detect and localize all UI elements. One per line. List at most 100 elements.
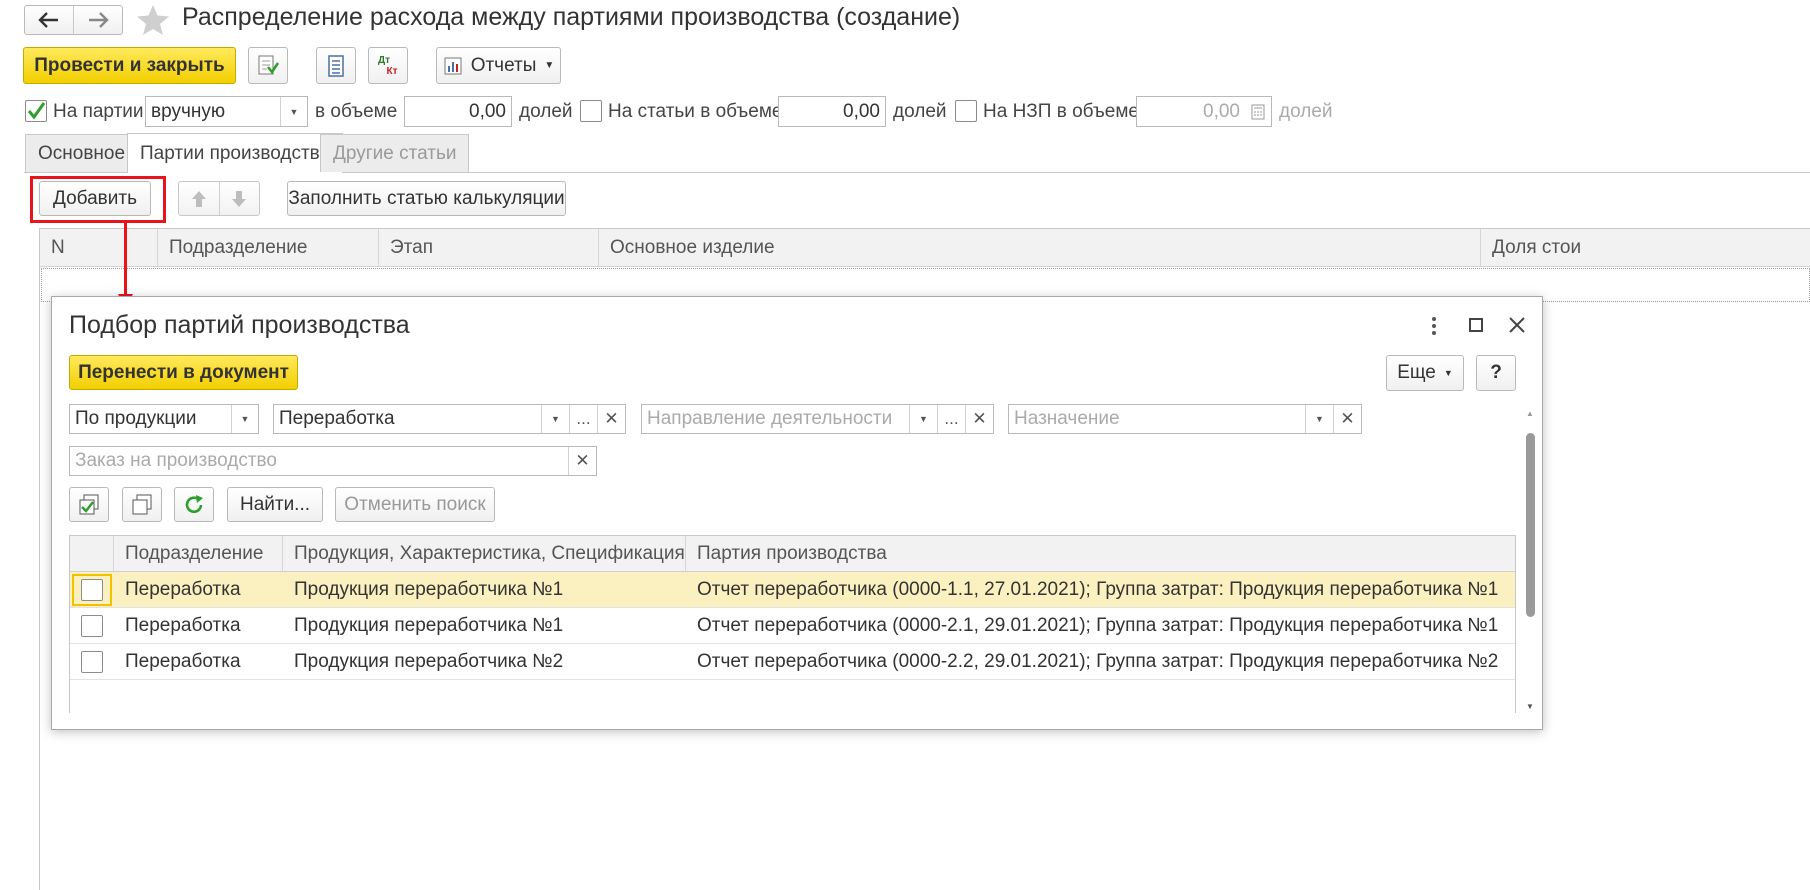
col-cost-share[interactable]: Доля стои [1481,229,1810,266]
row-checkbox[interactable] [81,578,103,601]
more-dropdown-button[interactable]: Еще ▼ [1386,355,1464,391]
scrollbar-thumb[interactable] [1526,433,1535,617]
uncheck-all-icon [132,494,152,514]
wip-volume-input: 0,00 [1136,96,1272,127]
batches-volume-input[interactable]: 0,00 [404,96,512,127]
dt-label: Дт [377,54,391,66]
clear-icon[interactable]: ✕ [1333,405,1361,433]
shares-label: долей [893,101,947,122]
report-icon [444,57,462,74]
chevron-down-icon[interactable]: ▼ [280,97,307,126]
fill-calculation-item-button[interactable]: Заполнить статью калькуляции [287,181,566,216]
move-down-button[interactable] [220,182,260,215]
select-all-button[interactable] [69,487,109,522]
col-production-batch[interactable]: Партия производства [686,536,1515,571]
col-main-product[interactable]: Основное изделие [599,229,1481,266]
forward-button[interactable] [74,6,123,34]
arrow-up-icon [191,190,206,207]
on-items-label: На статьи в объеме [608,101,783,122]
chevron-down-icon[interactable]: ▼ [541,405,569,433]
move-buttons [178,181,260,216]
chevron-down-icon[interactable]: ▼ [1305,405,1333,433]
maximize-icon[interactable] [1469,318,1483,332]
batches-table: Подразделение Продукция, Характеристика,… [69,535,1516,713]
row-division: Переработка [125,614,241,636]
clear-icon[interactable]: ✕ [965,405,993,433]
arrow-right-icon [88,12,109,28]
back-button[interactable] [25,6,74,34]
purpose-filter-input[interactable]: Назначение ▼ ✕ [1008,404,1362,434]
tab-production-batches[interactable]: Партии производства [127,133,344,173]
division-filter-input[interactable]: Переработка ▼ ... ✕ [273,404,626,434]
find-button[interactable]: Найти... [227,487,323,522]
distribution-mode-select[interactable]: вручную ▼ [145,96,308,127]
ellipsis-button[interactable]: ... [937,405,965,433]
on-wip-checkbox[interactable] [955,100,977,122]
items-volume-input[interactable]: 0,00 [778,96,886,127]
tab-main[interactable]: Основное [25,134,139,172]
distribution-mode-value: вручную [151,100,226,122]
help-button[interactable]: ? [1476,355,1516,391]
refresh-icon [185,494,203,513]
col-n[interactable]: N [40,229,158,266]
on-wip-label: На НЗП в объеме [983,101,1139,122]
selection-mode-value: По продукции [75,408,197,429]
calculator-icon [1244,97,1271,126]
row-checkbox[interactable] [81,650,103,673]
arrow-left-icon [38,12,58,28]
list-icon [328,54,344,77]
close-icon[interactable] [1508,316,1526,334]
ellipsis-button[interactable]: ... [569,405,597,433]
selection-mode-select[interactable]: По продукции ▼ [69,404,259,434]
window-title: Распределение расхода между партиями про… [182,3,961,31]
post-and-close-button[interactable]: Провести и закрыть [23,47,236,84]
reports-dropdown-button[interactable]: Отчеты ▼ [436,47,561,84]
row-product: Продукция переработчика №1 [294,614,564,636]
chevron-down-icon[interactable]: ▼ [909,405,937,433]
chevron-down-icon[interactable]: ▼ [231,405,258,433]
batch-selection-dialog: Подбор партий производства Перенести в д… [51,296,1543,730]
document-list-button[interactable] [316,47,356,84]
col-division[interactable]: Подразделение [114,536,283,571]
volume-label: в объеме [315,101,398,122]
scroll-down-icon[interactable]: ▼ [1526,702,1534,711]
cancel-search-button: Отменить поиск [335,487,495,522]
shares-label: долей [1279,101,1333,122]
clear-icon[interactable]: ✕ [568,447,596,475]
transfer-to-document-button[interactable]: Перенести в документ [69,355,298,390]
favorite-star-icon[interactable] [136,4,170,36]
deselect-all-button[interactable] [122,487,162,522]
on-items-checkbox[interactable] [580,100,602,122]
dt-kt-button[interactable]: Дт Кт [368,47,408,84]
wip-volume-value: 0,00 [1203,100,1240,122]
col-division[interactable]: Подразделение [158,229,379,266]
table-row[interactable]: Переработка Продукция переработчика №2 О… [70,644,1515,680]
row-batch: Отчет переработчика (0000-2.1, 29.01.202… [697,614,1499,636]
chevron-down-icon: ▼ [544,60,555,71]
row-checkbox[interactable] [81,614,103,637]
activity-direction-filter-input[interactable]: Направление деятельности ▼ ... ✕ [641,404,994,434]
col-checkbox [70,536,114,571]
check-all-icon [79,494,99,514]
col-stage[interactable]: Этап [379,229,599,266]
activity-direction-placeholder: Направление деятельности [647,408,893,429]
highlight-arrow-line [124,223,127,298]
row-batch: Отчет переработчика (0000-1.1, 27.01.202… [697,578,1499,600]
table-row[interactable]: Переработка Продукция переработчика №1 О… [70,608,1515,644]
reports-label: Отчеты [470,54,537,76]
table-row[interactable]: Переработка Продукция переработчика №1 О… [70,572,1515,608]
post-document-button[interactable] [248,47,288,84]
row-checkbox-cell [70,608,114,643]
dialog-scrollbar[interactable]: ▲ ▼ [1524,409,1538,711]
more-options-icon[interactable] [1427,315,1441,337]
arrow-down-icon [232,190,247,207]
refresh-button[interactable] [174,487,214,522]
production-order-filter-input[interactable]: Заказ на производство ✕ [69,446,597,476]
col-product[interactable]: Продукция, Характеристика, Спецификация,… [283,536,686,571]
batches-table-header: Подразделение Продукция, Характеристика,… [70,536,1515,572]
scroll-up-icon[interactable]: ▲ [1526,409,1534,418]
on-batches-checkbox[interactable] [25,100,47,122]
clear-icon[interactable]: ✕ [597,405,625,433]
post-document-icon [258,55,280,74]
move-up-button[interactable] [179,182,220,215]
